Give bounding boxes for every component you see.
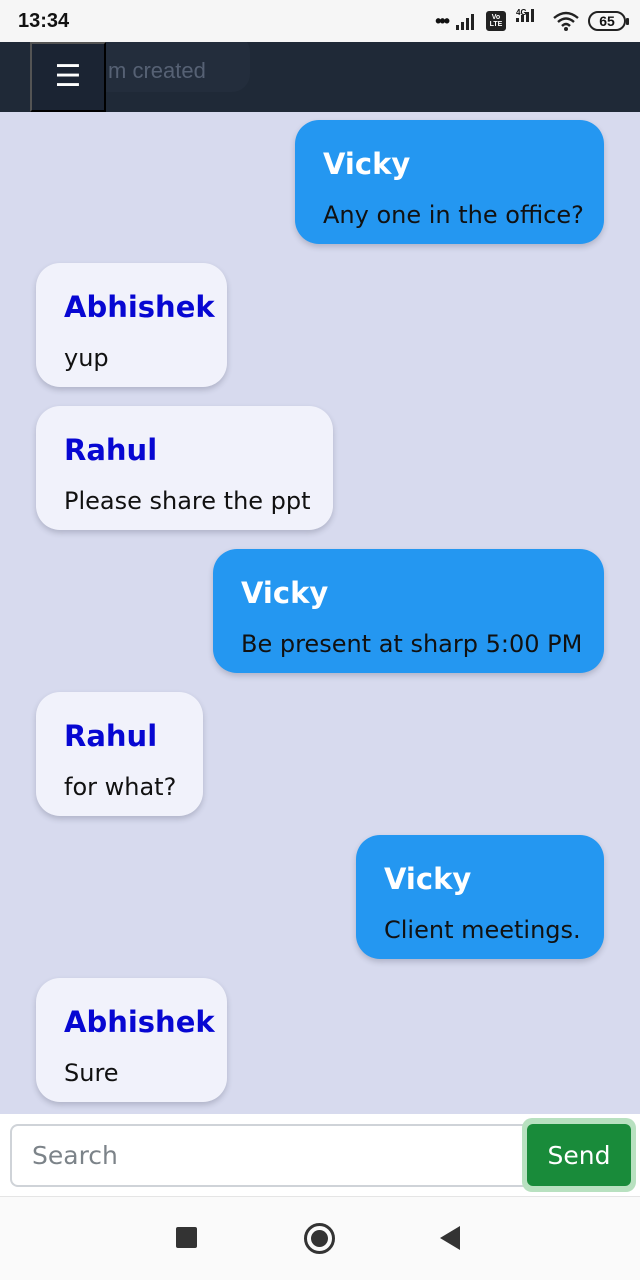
message-text: Any one in the office?: [323, 201, 584, 229]
message-text: for what?: [64, 773, 177, 801]
chat-message: Rahul for what?: [36, 692, 203, 816]
message-composer: Send: [0, 1114, 640, 1196]
more-notifications-icon: •••: [435, 10, 450, 31]
message-sender: Rahul: [64, 719, 158, 753]
chat-message: Vicky Client meetings.: [356, 835, 604, 959]
network-type-icon: 4G: [514, 8, 544, 31]
volte-icon: Vo LTE: [486, 11, 506, 31]
app-top-bar: m created ☰: [0, 42, 640, 112]
message-text: Be present at sharp 5:00 PM: [241, 630, 583, 658]
message-sender: Rahul: [64, 433, 158, 467]
message-sender: Vicky: [241, 576, 329, 610]
message-text: yup: [64, 344, 109, 372]
message-sender: Abhishek: [64, 1005, 215, 1039]
message-sender: Vicky: [323, 147, 411, 181]
menu-button[interactable]: ☰: [30, 42, 106, 112]
wifi-icon: [553, 11, 579, 31]
message-text: Sure: [64, 1059, 119, 1087]
battery-icon: 65: [588, 11, 629, 31]
status-bar: 13:34 ••• Vo LTE 4G 65: [0, 0, 640, 42]
back-icon[interactable]: [440, 1226, 460, 1250]
chat-message: Vicky Any one in the office?: [295, 120, 604, 244]
status-icons: ••• Vo LTE 4G 65: [435, 8, 629, 33]
search-input[interactable]: [10, 1124, 528, 1187]
message-text: Client meetings.: [384, 916, 581, 944]
message-sender: Vicky: [384, 862, 472, 896]
chat-message: Vicky Be present at sharp 5:00 PM: [213, 549, 604, 673]
chat-message-list[interactable]: Vicky Any one in the office? Abhishek yu…: [0, 112, 640, 1114]
message-sender: Abhishek: [64, 290, 215, 324]
mobile-signal-icon: [516, 8, 536, 22]
chat-message: Abhishek Sure: [36, 978, 227, 1102]
chat-message: Rahul Please share the ppt: [36, 406, 333, 530]
message-text: Please share the ppt: [64, 487, 311, 515]
recent-apps-icon[interactable]: [176, 1227, 197, 1248]
status-time: 13:34: [18, 10, 70, 32]
home-icon[interactable]: [304, 1223, 335, 1254]
hamburger-menu-icon: ☰: [54, 60, 82, 93]
chat-message: Abhishek yup: [36, 263, 227, 387]
android-navigation-bar: [0, 1196, 640, 1280]
signal-strength-icon: [456, 12, 478, 30]
send-button-focus-ring: Send: [522, 1118, 636, 1192]
send-button[interactable]: Send: [527, 1124, 631, 1186]
